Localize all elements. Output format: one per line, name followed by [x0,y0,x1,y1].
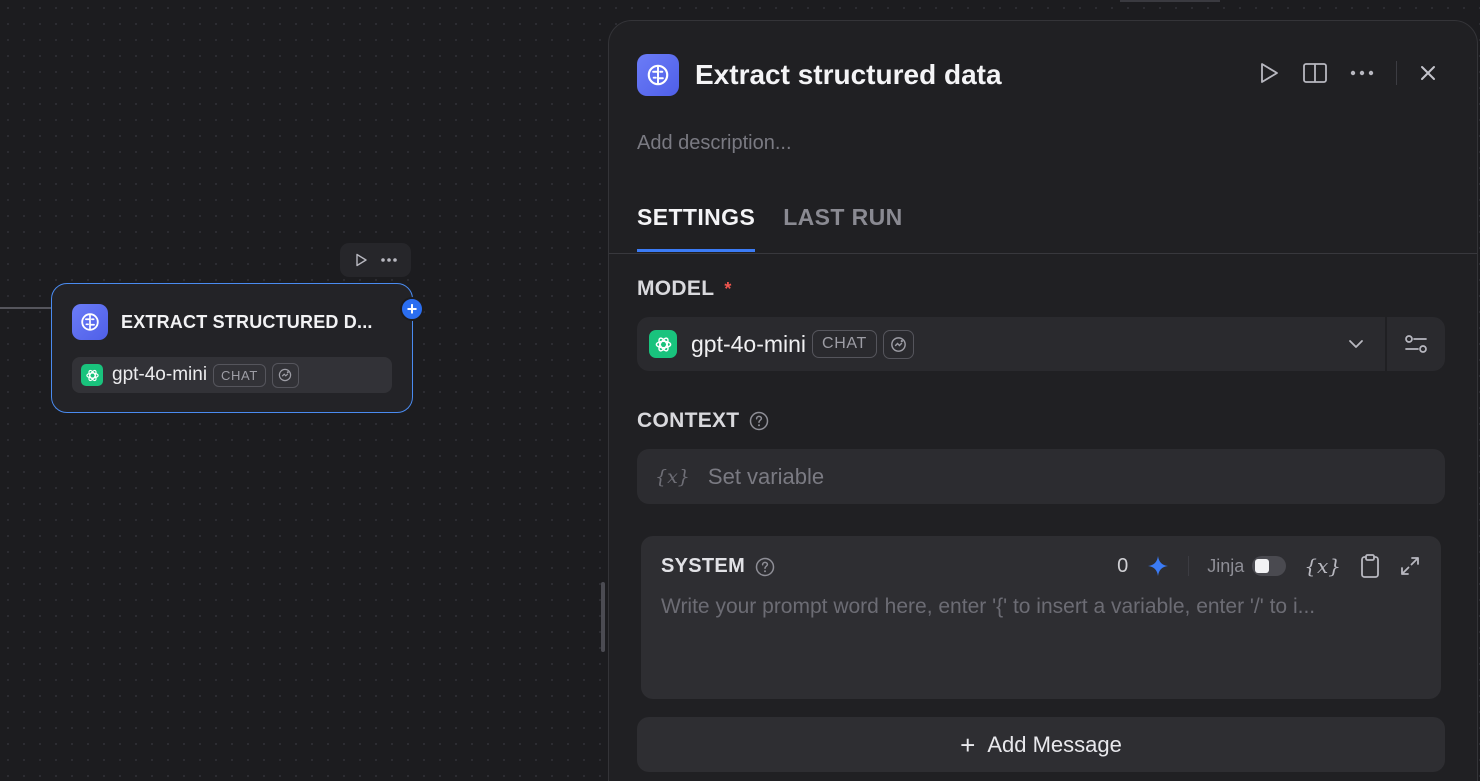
chevron-down-icon [1347,338,1365,350]
help-icon[interactable] [755,557,775,577]
node-header: EXTRACT STRUCTURED D... [72,304,373,340]
required-mark: * [724,278,732,299]
model-dropdown[interactable]: gpt-4o-mini CHAT [637,317,1385,371]
add-next-node-button[interactable]: + [400,297,424,321]
model-section-label: MODEL * [637,277,732,301]
clipboard-icon[interactable] [1359,553,1381,579]
panel-title[interactable]: Extract structured data [695,59,1002,91]
tab-last-run[interactable]: LAST RUN [783,204,902,252]
sparkle-icon[interactable] [1146,554,1170,578]
brain-icon [637,54,679,96]
canvas-top-edge [1120,0,1220,2]
panel-tabs: SETTINGS LAST RUN [637,204,903,252]
jinja-label: Jinja [1207,555,1245,576]
variable-icon: {x} [655,465,690,488]
system-toolbar: 0 Jinja {x} [1117,553,1421,579]
vision-icon [882,329,914,359]
context-variable-input[interactable]: {x} Set variable [637,449,1445,504]
insert-variable-button[interactable]: {x} [1304,554,1341,578]
book-icon[interactable] [1302,61,1328,85]
play-icon[interactable] [354,253,368,267]
node-model-chip: CHAT [213,363,266,387]
add-message-button[interactable]: + Add Message [637,717,1445,772]
node-title: EXTRACT STRUCTURED D... [121,311,373,332]
system-header: SYSTEM [661,555,775,578]
jinja-toggle[interactable] [1252,556,1287,576]
incoming-edge [0,307,52,309]
model-label: MODEL [637,277,715,300]
expand-icon[interactable] [1399,555,1421,577]
close-icon[interactable] [1419,64,1437,82]
tab-divider [609,253,1477,254]
model-params-button[interactable] [1387,317,1445,371]
more-icon[interactable] [380,257,398,263]
node-model-badge[interactable]: gpt-4o-mini CHAT [72,357,392,393]
panel-actions [1258,61,1437,85]
more-icon[interactable] [1350,70,1374,76]
node-model-name: gpt-4o-mini [112,364,208,385]
vision-icon [271,362,299,388]
brain-icon [72,304,108,340]
add-next-node-symbol: + [406,299,418,319]
model-selector: gpt-4o-mini CHAT [637,317,1445,371]
system-prompt-input[interactable]: Write your prompt word here, enter '{' t… [661,595,1421,619]
token-count: 0 [1117,554,1129,577]
panel-resize-handle[interactable] [601,582,605,652]
openai-icon [649,330,677,358]
system-prompt-editor: SYSTEM 0 Jinja {x} Write your prompt wor… [641,536,1441,699]
add-message-label: Add Message [987,731,1122,757]
panel-header: Extract structured data [637,54,1002,96]
play-icon[interactable] [1258,61,1280,85]
description-input[interactable]: Add description... [637,132,792,155]
node-toolbar [340,243,411,277]
model-name: gpt-4o-mini [691,330,807,357]
tools-divider [1188,556,1190,576]
tab-settings[interactable]: SETTINGS [637,204,756,252]
system-label: SYSTEM [661,555,746,577]
model-mode-chip: CHAT [812,330,877,358]
llm-node[interactable]: EXTRACT STRUCTURED D... gpt-4o-mini CHAT [51,283,413,413]
context-placeholder: Set variable [707,463,825,489]
context-section-label: CONTEXT [637,409,769,433]
plus-icon: + [960,729,976,760]
actions-divider [1396,61,1397,85]
context-label: CONTEXT [637,409,740,432]
params-icon [1404,333,1428,355]
help-icon[interactable] [749,411,769,431]
node-settings-panel: Extract structured data Add description.… [608,20,1478,781]
openai-icon [81,364,103,386]
toggle-knob [1255,559,1270,573]
